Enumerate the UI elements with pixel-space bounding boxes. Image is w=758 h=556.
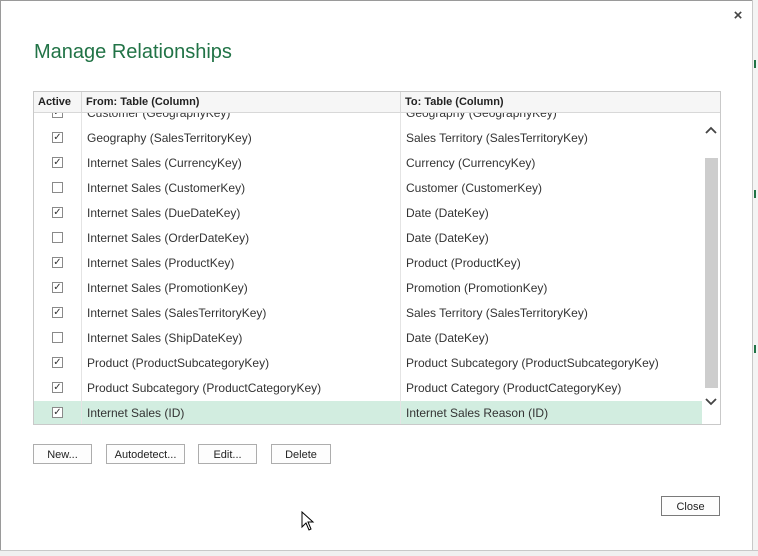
table-row[interactable]: ✓ Customer (GeographyKey) Geography (Geogr… — [34, 113, 702, 126]
table-row[interactable]: ✓ Product Subcategory (ProductCategoryKey… — [34, 376, 702, 401]
from-cell: Product Subcategory (ProductCategoryKey) — [82, 376, 401, 401]
autodetect-button[interactable]: Autodetect... — [106, 444, 185, 464]
active-checkbox[interactable]: ✓ — [52, 207, 63, 218]
table-row[interactable]: ✓ Internet Sales (DueDateKey) Date (DateKe… — [34, 201, 702, 226]
vertical-scrollbar[interactable] — [702, 113, 720, 424]
to-cell: Date (DateKey) — [406, 231, 489, 245]
active-cell: ✓ — [34, 113, 82, 126]
table-body: ✓ Customer (GeographyKey) Geography (Geogr… — [34, 113, 702, 424]
active-checkbox[interactable]: ✓ — [52, 282, 63, 293]
edit-button[interactable]: Edit... — [198, 444, 257, 464]
active-cell: ✓ — [34, 201, 82, 226]
active-cell — [34, 326, 82, 351]
window-edge-bottom — [0, 550, 758, 556]
from-cell: Internet Sales (ShipDateKey) — [82, 326, 401, 351]
chevron-up-icon[interactable] — [702, 121, 720, 139]
from-cell: Internet Sales (SalesTerritoryKey) — [82, 301, 401, 326]
background-marker — [754, 190, 756, 198]
active-checkbox[interactable]: ✓ — [52, 113, 63, 118]
active-cell: ✓ — [34, 351, 82, 376]
active-cell: ✓ — [34, 126, 82, 151]
to-cell: Currency (CurrencyKey) — [406, 156, 536, 170]
from-cell: Internet Sales (DueDateKey) — [82, 201, 401, 226]
to-cell: Geography (GeographyKey) — [406, 113, 557, 120]
mouse-cursor-icon — [301, 511, 315, 531]
active-checkbox[interactable]: ✓ — [52, 407, 63, 418]
from-cell: Internet Sales (CustomerKey) — [82, 176, 401, 201]
manage-relationships-dialog: Manage Relationships × Active From: Tabl… — [0, 0, 754, 551]
active-cell — [34, 226, 82, 251]
chevron-down-icon[interactable] — [702, 393, 720, 411]
header-active[interactable]: Active — [34, 92, 82, 112]
from-cell: Internet Sales (OrderDateKey) — [82, 226, 401, 251]
active-cell: ✓ — [34, 251, 82, 276]
table-row[interactable]: Internet Sales (ShipDateKey) Date (DateKe… — [34, 326, 702, 351]
table-row[interactable]: ✓ Internet Sales (ProductKey) Product (Pro… — [34, 251, 702, 276]
active-checkbox[interactable]: ✓ — [52, 307, 63, 318]
active-cell: ✓ — [34, 376, 82, 401]
from-cell: Internet Sales (PromotionKey) — [82, 276, 401, 301]
from-cell: Internet Sales (ProductKey) — [82, 251, 401, 276]
table-row[interactable]: ✓ Internet Sales (PromotionKey) Promotion … — [34, 276, 702, 301]
window-edge-right — [752, 0, 758, 555]
new-button[interactable]: New... — [33, 444, 92, 464]
header-from[interactable]: From: Table (Column) — [82, 92, 401, 112]
to-cell: Sales Territory (SalesTerritoryKey) — [406, 306, 588, 320]
table-row[interactable]: ✓ Internet Sales (SalesTerritoryKey) Sales… — [34, 301, 702, 326]
background-marker — [754, 345, 756, 353]
active-cell: ✓ — [34, 151, 82, 176]
active-cell — [34, 176, 82, 201]
active-cell: ✓ — [34, 301, 82, 326]
to-cell: Customer (CustomerKey) — [406, 181, 543, 195]
active-checkbox[interactable]: ✓ — [52, 132, 63, 143]
table-row[interactable]: ✓ Geography (SalesTerritoryKey) Sales Terr… — [34, 126, 702, 151]
close-icon[interactable]: × — [730, 7, 746, 25]
to-cell: Internet Sales Reason (ID) — [406, 406, 549, 420]
to-cell: Promotion (PromotionKey) — [406, 281, 548, 295]
to-cell: Product (ProductKey) — [406, 256, 521, 270]
active-checkbox[interactable] — [52, 332, 63, 343]
active-checkbox[interactable]: ✓ — [52, 257, 63, 268]
active-checkbox[interactable] — [52, 232, 63, 243]
from-cell: Customer (GeographyKey) — [82, 113, 401, 126]
from-cell: Internet Sales (CurrencyKey) — [82, 151, 401, 176]
to-cell: Date (DateKey) — [406, 331, 489, 345]
to-cell: Product Category (ProductCategoryKey) — [406, 381, 622, 395]
delete-button[interactable]: Delete — [271, 444, 331, 464]
table-header: Active From: Table (Column) To: Table (C… — [34, 92, 720, 113]
close-button[interactable]: Close — [661, 496, 720, 516]
background-marker — [754, 60, 756, 68]
active-cell: ✓ — [34, 401, 82, 424]
active-checkbox[interactable]: ✓ — [52, 157, 63, 168]
to-cell: Date (DateKey) — [406, 206, 489, 220]
table-row[interactable]: Internet Sales (OrderDateKey) Date (DateK… — [34, 226, 702, 251]
active-checkbox[interactable]: ✓ — [52, 357, 63, 368]
from-cell: Product (ProductSubcategoryKey) — [82, 351, 401, 376]
header-to[interactable]: To: Table (Column) — [401, 92, 702, 112]
from-cell: Internet Sales (ID) — [82, 401, 401, 424]
to-cell: Product Subcategory (ProductSubcategoryK… — [406, 356, 659, 370]
scrollbar-thumb[interactable] — [705, 158, 718, 388]
active-checkbox[interactable] — [52, 182, 63, 193]
table-row[interactable]: Internet Sales (CustomerKey) Customer (Cu… — [34, 176, 702, 201]
relationships-table: Active From: Table (Column) To: Table (C… — [33, 91, 721, 425]
table-row[interactable]: ✓ Product (ProductSubcategoryKey) Product … — [34, 351, 702, 376]
active-checkbox[interactable]: ✓ — [52, 382, 63, 393]
dialog-title: Manage Relationships — [34, 41, 232, 63]
to-cell: Sales Territory (SalesTerritoryKey) — [406, 131, 588, 145]
table-row[interactable]: ✓ Internet Sales (CurrencyKey) Currency (C… — [34, 151, 702, 176]
from-cell: Geography (SalesTerritoryKey) — [82, 126, 401, 151]
table-row[interactable]: ✓ Internet Sales (ID) Internet Sales Reaso… — [34, 401, 702, 424]
active-cell: ✓ — [34, 276, 82, 301]
